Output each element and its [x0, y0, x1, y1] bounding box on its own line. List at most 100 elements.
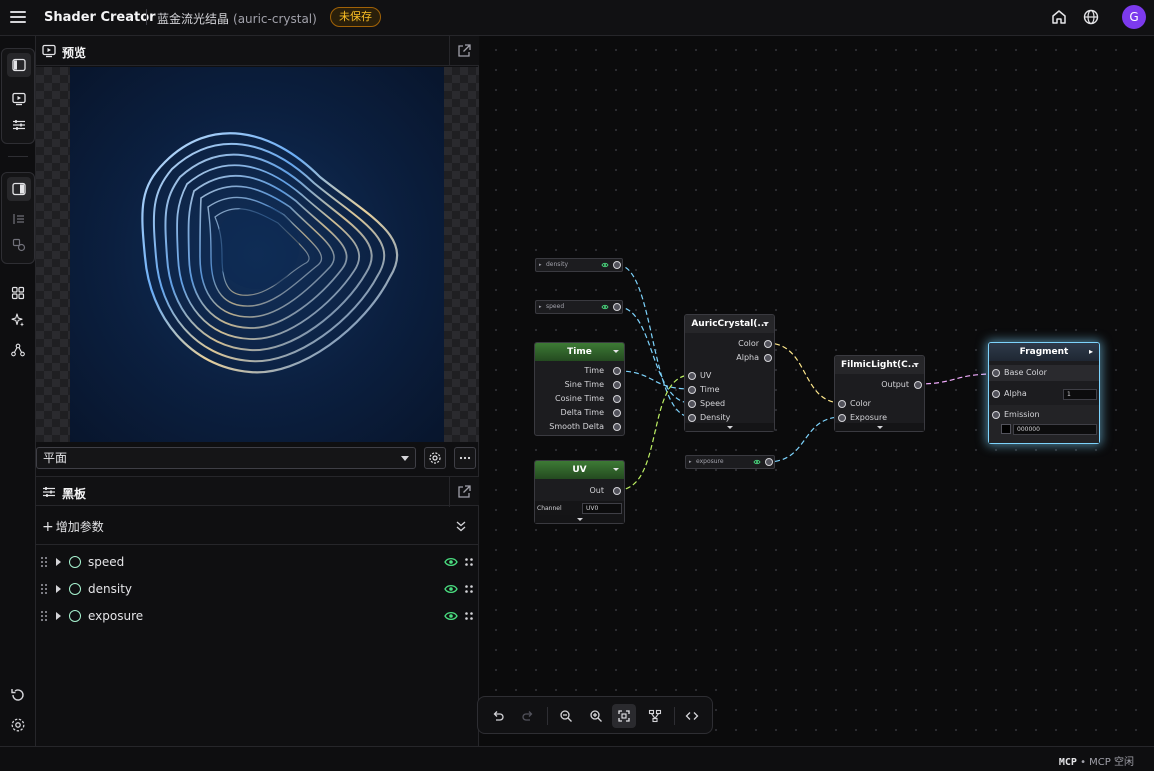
preview-icon[interactable] — [7, 87, 31, 111]
drag-handle-icon[interactable] — [40, 556, 48, 568]
emission-field[interactable]: 000000 — [1013, 424, 1097, 435]
sliders-icon[interactable] — [7, 113, 31, 137]
drag-handle-icon[interactable] — [40, 610, 48, 622]
zoom-out-button[interactable] — [554, 704, 578, 728]
undo-history-icon[interactable] — [9, 686, 27, 704]
settings-icon[interactable] — [9, 716, 27, 734]
input-port[interactable] — [688, 414, 696, 422]
drag-handle-icon[interactable] — [40, 583, 48, 595]
node-graph-canvas[interactable]: ▸ density ▸ speed ▸ exposure Time Time S… — [480, 36, 1154, 746]
shader-preview-canvas[interactable] — [70, 67, 444, 442]
shapes-icon[interactable] — [7, 233, 31, 257]
eye-icon[interactable] — [444, 556, 458, 568]
eye-icon[interactable] — [601, 262, 609, 268]
output-port[interactable] — [613, 395, 621, 403]
output-port[interactable] — [613, 487, 621, 495]
expand-arrow-icon[interactable] — [56, 612, 61, 620]
input-port[interactable] — [688, 400, 696, 408]
param-node-exposure[interactable]: ▸ exposure — [685, 455, 775, 469]
output-port[interactable] — [613, 381, 621, 389]
preview-more-button[interactable] — [454, 447, 476, 469]
external-link-icon[interactable] — [455, 483, 473, 501]
input-port[interactable] — [838, 400, 846, 408]
input-port[interactable] — [992, 390, 1000, 398]
redo-button[interactable] — [516, 704, 540, 728]
document-title[interactable]: 蓝金流光结晶 (auric-crystal) — [157, 10, 317, 27]
filmic-light-node[interactable]: FilmicLight(C... Output Color Exposure — [834, 355, 925, 432]
input-port[interactable] — [688, 372, 696, 380]
home-icon[interactable] — [1050, 8, 1068, 26]
chevron-down-icon[interactable] — [613, 350, 619, 353]
globe-icon[interactable] — [1082, 8, 1100, 26]
output-port[interactable] — [764, 340, 772, 348]
node-footer[interactable] — [535, 515, 624, 523]
chevron-down-icon[interactable] — [763, 322, 769, 325]
view-mode-select[interactable]: 平面 — [36, 447, 416, 469]
output-port[interactable] — [613, 423, 621, 431]
graph-icon[interactable] — [6, 338, 30, 362]
node-header[interactable]: Fragment ▸ — [989, 343, 1099, 361]
preview-settings-button[interactable] — [424, 447, 446, 469]
grid-icon[interactable] — [6, 281, 30, 305]
layout-button[interactable] — [643, 704, 667, 728]
expand-arrow-icon[interactable] — [56, 585, 61, 593]
eye-icon[interactable] — [753, 459, 761, 465]
chevron-right-icon[interactable]: ▸ — [1089, 343, 1093, 361]
output-port[interactable] — [613, 261, 621, 269]
menu-icon[interactable] — [10, 9, 26, 25]
grip-dots-icon[interactable] — [464, 611, 474, 621]
param-row-density[interactable]: density — [36, 576, 479, 603]
alpha-field[interactable]: 1 — [1063, 389, 1097, 400]
fit-view-button[interactable] — [612, 704, 636, 728]
zoom-in-button[interactable] — [584, 704, 608, 728]
node-header[interactable]: UV — [535, 461, 624, 479]
channel-select[interactable]: UV0 — [582, 503, 622, 514]
grip-dots-icon[interactable] — [464, 557, 474, 567]
output-port[interactable] — [765, 458, 773, 466]
input-port[interactable] — [992, 411, 1000, 419]
avatar[interactable]: G — [1122, 5, 1146, 29]
sliders-icon — [43, 487, 55, 497]
chevron-down-icon[interactable] — [913, 363, 919, 366]
node-header[interactable]: FilmicLight(C... — [835, 356, 924, 374]
undo-button[interactable] — [486, 704, 510, 728]
chevron-down-icon[interactable] — [613, 468, 619, 471]
collapse-all-icon[interactable] — [454, 519, 468, 533]
output-port[interactable] — [613, 367, 621, 375]
input-port[interactable] — [838, 414, 846, 422]
eye-icon[interactable] — [601, 304, 609, 310]
channel-label: Channel — [537, 505, 562, 512]
auric-crystal-node[interactable]: AuricCrystal(... Color Alpha UV Time Spe… — [684, 314, 775, 432]
param-node-density[interactable]: ▸ density — [535, 258, 623, 272]
node-footer[interactable] — [835, 423, 924, 431]
node-header[interactable]: Time — [535, 343, 624, 361]
param-row-exposure[interactable]: exposure — [36, 603, 479, 630]
sparkles-icon[interactable] — [6, 308, 30, 332]
grip-dots-icon[interactable] — [464, 584, 474, 594]
redo-icon — [522, 711, 533, 721]
emission-color-swatch[interactable] — [1001, 424, 1011, 434]
output-port[interactable] — [764, 354, 772, 362]
param-node-label: exposure — [696, 458, 724, 465]
code-view-button[interactable] — [680, 704, 704, 728]
param-row-speed[interactable]: speed — [36, 549, 479, 576]
list-icon[interactable] — [7, 207, 31, 231]
param-node-speed[interactable]: ▸ speed — [535, 300, 623, 314]
output-port[interactable] — [613, 303, 621, 311]
eye-icon[interactable] — [444, 610, 458, 622]
time-node[interactable]: Time Time Sine Time Cosine Time Delta Ti… — [534, 342, 625, 436]
node-footer[interactable] — [685, 423, 774, 431]
eye-icon[interactable] — [444, 583, 458, 595]
input-port[interactable] — [992, 369, 1000, 377]
panel-left-icon[interactable] — [7, 53, 31, 77]
expand-arrow-icon[interactable] — [56, 558, 61, 566]
output-port[interactable] — [914, 381, 922, 389]
panel-toggle-icon[interactable] — [7, 177, 31, 201]
fragment-node[interactable]: Fragment ▸ Base Color Alpha 1 Emission 00… — [988, 342, 1100, 444]
external-link-icon[interactable] — [455, 42, 473, 60]
uv-node[interactable]: UV Out Channel UV0 — [534, 460, 625, 524]
output-port[interactable] — [613, 409, 621, 417]
add-param-button[interactable]: + 增加参数 — [42, 518, 104, 535]
node-header[interactable]: AuricCrystal(... — [685, 315, 774, 333]
input-port[interactable] — [688, 386, 696, 394]
